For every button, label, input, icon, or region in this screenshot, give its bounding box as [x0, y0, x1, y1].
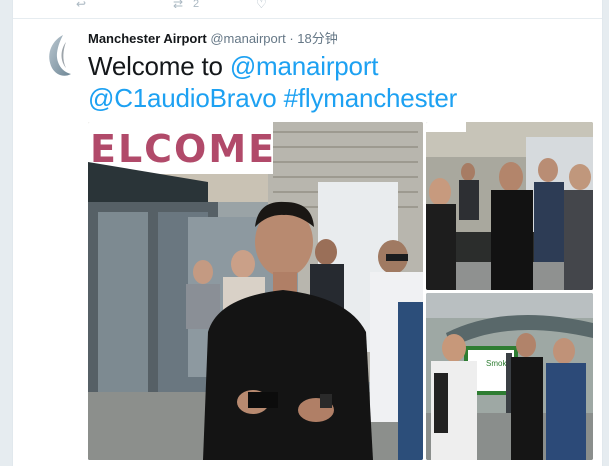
reply-icon[interactable]: ↩ [76, 0, 86, 8]
like-icon[interactable]: ♡ [256, 0, 267, 8]
retweet-icon[interactable]: ⇄ [173, 0, 183, 8]
previous-tweet-actions: ↩ ⇄ 2 ♡ [13, 0, 602, 19]
avatar[interactable] [38, 30, 88, 80]
photo-main[interactable]: ELCOME [88, 122, 423, 460]
tweet-card[interactable]: ↩ ⇄ 2 ♡ Manchester Airport @manairport ·… [12, 0, 603, 466]
tweet-header: Manchester Airport @manairport · 18分钟 [88, 31, 338, 47]
tweet-media: ELCOME Smoking [88, 122, 593, 460]
photo-bottom-right[interactable]: Smoking area [426, 293, 593, 460]
separator-dot: · [289, 31, 294, 46]
author-handle[interactable]: @manairport [210, 31, 285, 46]
tweet-text: Welcome to @manairport @C1audioBravo #fl… [88, 50, 588, 114]
mention-c1audiobravo[interactable]: @C1audioBravo [88, 83, 277, 113]
retweet-count: 2 [193, 0, 200, 8]
photo-top-right[interactable] [426, 122, 593, 290]
welcome-sign-text: ELCOME [90, 127, 276, 171]
mention-manairport[interactable]: @manairport [230, 51, 379, 81]
manchester-airport-logo-icon [49, 35, 71, 76]
author-name[interactable]: Manchester Airport [88, 31, 207, 46]
hashtag-flymanchester[interactable]: #flymanchester [284, 83, 458, 113]
tweet-timestamp[interactable]: 18分钟 [297, 31, 337, 46]
tweet-text-plain: Welcome to [88, 51, 230, 81]
